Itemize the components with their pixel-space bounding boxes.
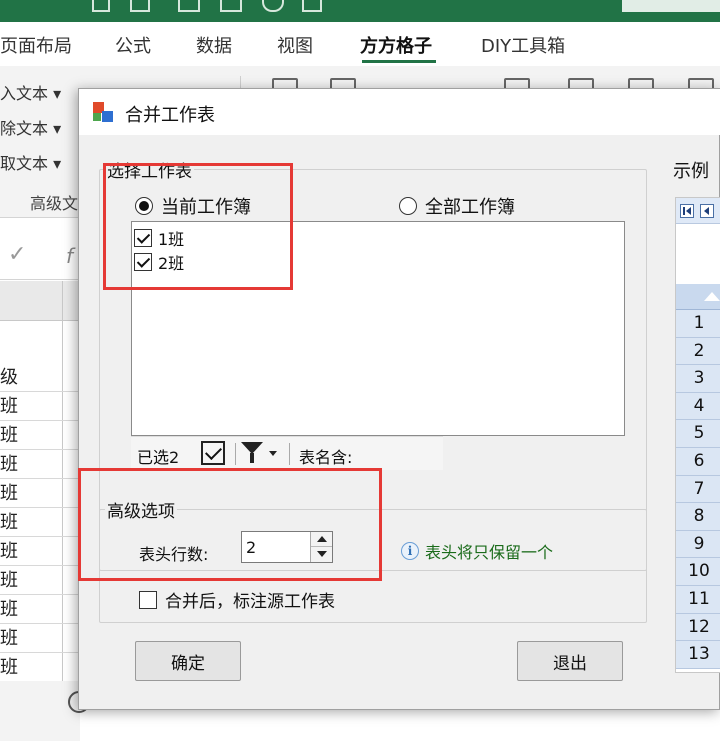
preview-row-number: 8 (676, 503, 720, 531)
ribbon-delete-text[interactable]: 除文本 ▾ (0, 115, 61, 139)
selected-count: 已选2 (137, 448, 180, 467)
table-row[interactable]: 班 (0, 595, 80, 624)
info-icon: i (401, 542, 419, 560)
table-row[interactable]: 班 (0, 566, 80, 595)
table-row[interactable]: 级 (0, 363, 80, 392)
previous-page-icon[interactable] (700, 204, 714, 218)
name-contains-label: 表名含: (299, 448, 353, 467)
tab-fangfang-gezi[interactable]: 方方格子 (360, 32, 432, 58)
tab-formulas[interactable]: 公式 (115, 32, 151, 58)
worksheet[interactable]: 级 班 班 班 班 班 班 班 班 班 班 (0, 281, 80, 682)
confirm-check-icon[interactable]: ✓ (8, 242, 26, 267)
exit-button[interactable]: 退出 (517, 641, 623, 681)
preview-row-number: 6 (676, 448, 720, 476)
preview-corner[interactable] (676, 284, 720, 310)
table-row[interactable]: 班 (0, 624, 80, 653)
dialog-title: 合并工作表 (125, 105, 215, 126)
new-file-icon[interactable] (130, 0, 150, 12)
sort-icon[interactable] (178, 0, 200, 12)
preview-row-number: 5 (676, 420, 720, 448)
tab-data[interactable]: 数据 (196, 32, 232, 58)
camera-icon[interactable] (262, 0, 284, 12)
preview-label: 示例 (673, 161, 709, 182)
table-row[interactable]: 班 (0, 392, 80, 421)
filter-dropdown-icon[interactable] (269, 451, 277, 456)
radio-unselected-icon (399, 197, 417, 215)
table-row[interactable]: 班 (0, 537, 80, 566)
app-logo-icon (93, 102, 113, 122)
tab-page-layout[interactable]: 页面布局 (0, 32, 72, 58)
function-icon[interactable]: f (66, 244, 73, 268)
active-tab-underline (362, 60, 436, 63)
select-all-check-icon[interactable] (201, 441, 225, 465)
table-icon[interactable] (220, 0, 242, 12)
ok-button[interactable]: 确定 (135, 641, 241, 681)
mark-source-checkbox[interactable]: 合并后，标注源工作表 (139, 587, 335, 612)
preview-row-number: 12 (676, 613, 720, 642)
excel-title-bar (0, 0, 720, 22)
sheet-tab-bar (0, 681, 90, 741)
toolbar-separator (235, 443, 236, 465)
tab-diy-toolbox[interactable]: DIY工具箱 (481, 32, 565, 58)
preview-row-number: 9 (676, 530, 720, 559)
preview-row-number: 11 (676, 586, 720, 614)
table-row[interactable]: 班 (0, 421, 80, 450)
format-icon[interactable] (302, 0, 322, 12)
ribbon-tab-bar: 页面布局 公式 数据 视图 方方格子 DIY工具箱 (0, 22, 720, 66)
dialog-title-bar: 合并工作表 (79, 89, 720, 135)
preview-row-number: 13 (676, 641, 720, 669)
preview-row-number: 7 (676, 475, 720, 504)
preview-row-number: 2 (676, 337, 720, 366)
radio-all-workbooks[interactable]: 全部工作簿 (399, 193, 515, 219)
first-page-icon[interactable] (680, 204, 694, 218)
save-icon[interactable] (92, 0, 110, 12)
table-row[interactable]: 班 (0, 479, 80, 508)
ribbon-extract-text[interactable]: 取文本 ▾ (0, 150, 61, 174)
toolbar-separator (289, 443, 290, 465)
preview-row-number: 3 (676, 365, 720, 393)
preview-row-number: 1 (676, 310, 720, 338)
filter-icon[interactable] (241, 442, 265, 466)
preview-row-number: 10 (676, 558, 720, 586)
checkbox-unchecked-icon[interactable] (139, 590, 157, 609)
header-info-hint: i 表头将只保留一个 (401, 539, 553, 563)
ribbon-group-label: 高级文 (30, 194, 79, 213)
title-bar-button[interactable] (622, 0, 720, 12)
column-header-row (0, 281, 80, 321)
annotation-box-sheet-selection (103, 163, 293, 290)
ribbon-insert-text[interactable]: 入文本 ▾ (0, 80, 61, 104)
preview-row-number: 4 (676, 392, 720, 421)
preview-pane[interactable]: 1 2 3 4 5 6 7 8 9 10 11 12 13 (675, 197, 720, 673)
annotation-box-advanced-options (78, 468, 382, 581)
preview-nav (676, 198, 720, 224)
table-row[interactable]: 班 (0, 508, 80, 537)
table-row[interactable]: 班 (0, 653, 80, 682)
table-row[interactable]: 班 (0, 450, 80, 479)
sheet-list-toolbar: 已选2 表名含: (131, 436, 443, 470)
tab-view[interactable]: 视图 (277, 32, 313, 58)
